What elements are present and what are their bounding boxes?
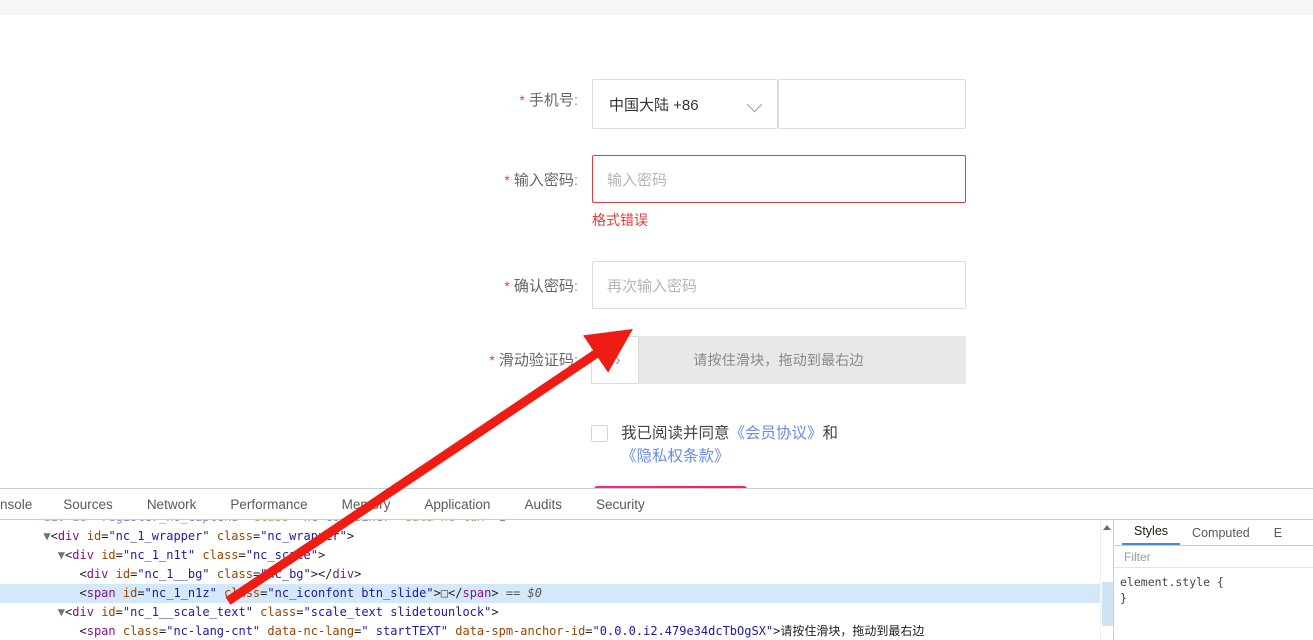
chevron-down-icon [747, 96, 763, 112]
required-marker-phone: * [519, 92, 525, 108]
dom-tree-scrollbar[interactable] [1100, 520, 1113, 640]
label-password-text: 输入密码 [513, 172, 574, 189]
password-input-placeholder: 输入密码 [607, 171, 668, 189]
agreement-conjunction: 和 [822, 425, 839, 442]
dom-tree-row[interactable]: <div id="nc_1__bg" class="nc_bg"></div> [0, 565, 1113, 584]
phone-input[interactable] [778, 79, 966, 129]
style-rule-line: element.style { [1120, 575, 1224, 589]
member-agreement-link[interactable]: 《会员协议》 [730, 425, 823, 442]
scroll-up-arrow-icon[interactable] [1103, 525, 1111, 530]
tab-event-listeners[interactable]: E [1262, 526, 1294, 545]
disclosure-triangle-icon[interactable]: ▼ [58, 605, 65, 619]
styles-rules: element.style { } [1114, 568, 1313, 606]
double-chevron-right-icon: ›› [609, 350, 621, 369]
dom-tree-row[interactable]: <div id="register_no_captcha" class="nc-… [0, 520, 1113, 527]
tab-computed[interactable]: Computed [1180, 526, 1262, 545]
privacy-policy-link[interactable]: 《隐私权条款》 [621, 448, 730, 465]
styles-panel: Styles Computed E Filter element.style {… [1113, 520, 1313, 640]
slider-instruction-text: 请按住滑块，拖动到最右边 [693, 352, 864, 368]
label-captcha-colon: : [573, 352, 578, 369]
confirm-password-placeholder: 再次输入密码 [607, 277, 698, 295]
required-marker-password: * [504, 172, 510, 188]
tab-memory[interactable]: Memory [325, 489, 408, 519]
label-confirm-password: * 确认密码: [420, 276, 578, 297]
tab-sources[interactable]: Sources [46, 489, 130, 519]
disclosure-triangle-icon[interactable]: ▼ [58, 548, 65, 562]
dom-tree-panel[interactable]: <div id="register_no_captcha" class="nc-… [0, 520, 1113, 640]
dom-tree-row[interactable]: ▼<div id="nc_1_wrapper" class="nc_wrappe… [0, 527, 1113, 546]
label-confirm-password-text: 确认密码 [513, 278, 574, 295]
dom-tree-row[interactable]: ▼<div id="nc_1_n1t" class="nc_scale"> [0, 546, 1113, 565]
password-error-message: 格式错误 [592, 212, 648, 228]
label-phone-colon: : [573, 92, 578, 109]
tab-styles[interactable]: Styles [1122, 524, 1181, 545]
agreement-row: 我已阅读并同意《会员协议》和《隐私权条款》 [591, 422, 853, 468]
tab-network[interactable]: Network [130, 489, 214, 519]
label-password-colon: : [573, 172, 578, 189]
confirm-password-input[interactable]: 再次输入密码 [592, 261, 966, 309]
styles-filter-input[interactable]: Filter [1114, 546, 1313, 568]
slider-handle[interactable]: ›› [591, 336, 639, 384]
style-rule-line: } [1120, 591, 1127, 605]
label-password: * 输入密码: [420, 170, 578, 191]
devtools-panel: nsole Sources Network Performance Memory… [0, 488, 1313, 640]
scrollbar-thumb[interactable] [1102, 582, 1113, 626]
label-phone-text: 手机号 [528, 92, 574, 109]
disclosure-triangle-icon[interactable]: ▼ [43, 529, 50, 543]
dom-tree-row[interactable]: ▼<div id="nc_1__scale_text" class="scale… [0, 603, 1113, 622]
agreement-prefix: 我已阅读并同意 [621, 425, 730, 442]
required-marker-captcha: * [489, 352, 495, 368]
label-phone: * 手机号: [420, 90, 578, 111]
tab-security[interactable]: Security [579, 489, 662, 519]
label-slider-captcha: * 滑动验证码: [420, 350, 578, 371]
agreement-checkbox[interactable] [591, 425, 608, 442]
dom-tree-lines: <div id="register_no_captcha" class="nc-… [0, 520, 1113, 640]
tab-performance[interactable]: Performance [213, 489, 324, 519]
label-confirm-password-colon: : [573, 278, 578, 295]
devtools-body: <div id="register_no_captcha" class="nc-… [0, 520, 1313, 640]
country-code-value: 中国大陆 +86 [609, 96, 699, 114]
tab-console[interactable]: nsole [0, 489, 46, 519]
dom-tree-row[interactable]: <span class="nc-lang-cnt" data-nc-lang="… [0, 622, 1113, 640]
tab-audits[interactable]: Audits [507, 489, 579, 519]
required-marker-confirm-password: * [504, 278, 510, 294]
browser-top-strip [0, 0, 1313, 14]
tab-application[interactable]: Application [407, 489, 507, 519]
agreement-text: 我已阅读并同意《会员协议》和《隐私权条款》 [621, 422, 853, 468]
dom-tree-row[interactable]: <span id="nc_1_n1z" class="nc_iconfont b… [0, 584, 1113, 603]
styles-tab-bar: Styles Computed E [1114, 520, 1313, 546]
devtools-tab-bar: nsole Sources Network Performance Memory… [0, 489, 1313, 520]
slider-captcha[interactable]: 请按住滑块，拖动到最右边 ›› [591, 336, 966, 384]
label-captcha-text: 滑动验证码 [498, 352, 574, 369]
password-input[interactable]: 输入密码 [592, 155, 966, 203]
country-code-select[interactable]: 中国大陆 +86 [592, 79, 778, 129]
